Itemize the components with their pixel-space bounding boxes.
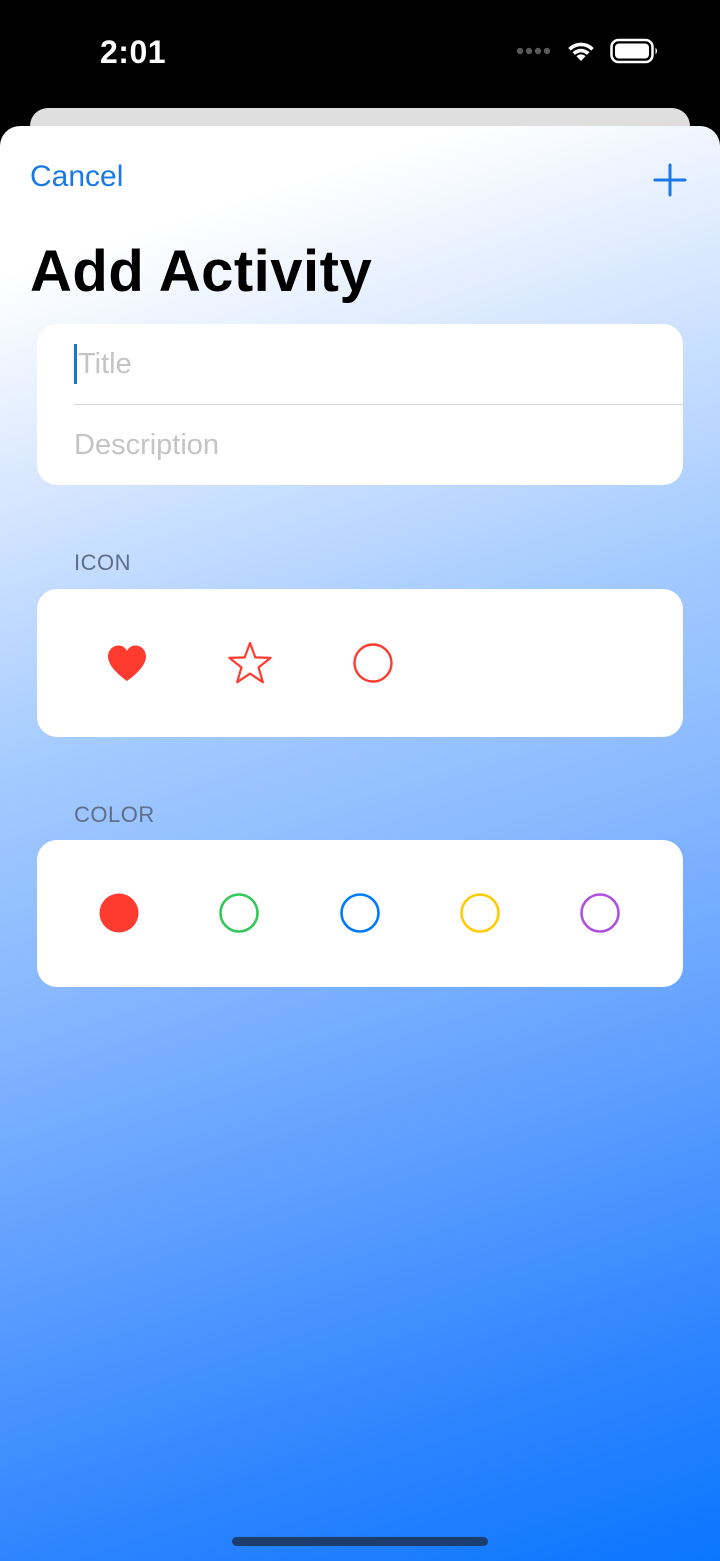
text-fields-card [37,324,687,485]
circle-icon [353,643,393,683]
color-option-red[interactable] [94,888,144,938]
home-indicator[interactable] [232,1537,488,1546]
circle-outline-icon [219,893,259,933]
icon-option-heart[interactable] [97,633,157,693]
status-icons [516,38,660,64]
circle-outline-icon [340,893,380,933]
plus-icon [653,163,687,197]
status-time: 2:01 [100,34,167,70]
battery-icon [610,38,660,64]
cancel-button[interactable]: Cancel [30,160,123,194]
color-section-header: COLOR [74,802,155,827]
icon-option-circle[interactable] [343,633,403,693]
wifi-icon [566,39,596,63]
filled-circle-icon [99,893,139,933]
circle-outline-icon [460,893,500,933]
description-input[interactable] [74,405,683,485]
star-icon [228,641,272,684]
description-field-row [74,405,683,485]
title-input[interactable] [74,324,687,404]
color-picker-card [37,840,683,987]
icon-section-header: ICON [74,550,131,575]
heart-icon [108,645,146,681]
color-option-purple[interactable] [575,888,625,938]
circle-outline-icon [580,893,620,933]
icon-option-star[interactable] [220,633,280,693]
page-title: Add Activity [30,239,373,304]
add-activity-sheet: Cancel Add Activity ICON [0,126,720,1561]
color-option-blue[interactable] [335,888,385,938]
title-field-row [74,324,687,405]
add-button[interactable] [652,162,688,198]
status-bar: 2:01 [0,0,720,108]
signal-icon [516,45,552,57]
color-option-yellow[interactable] [455,888,505,938]
icon-picker-card [37,589,683,737]
text-caret [74,344,77,384]
color-option-green[interactable] [214,888,264,938]
